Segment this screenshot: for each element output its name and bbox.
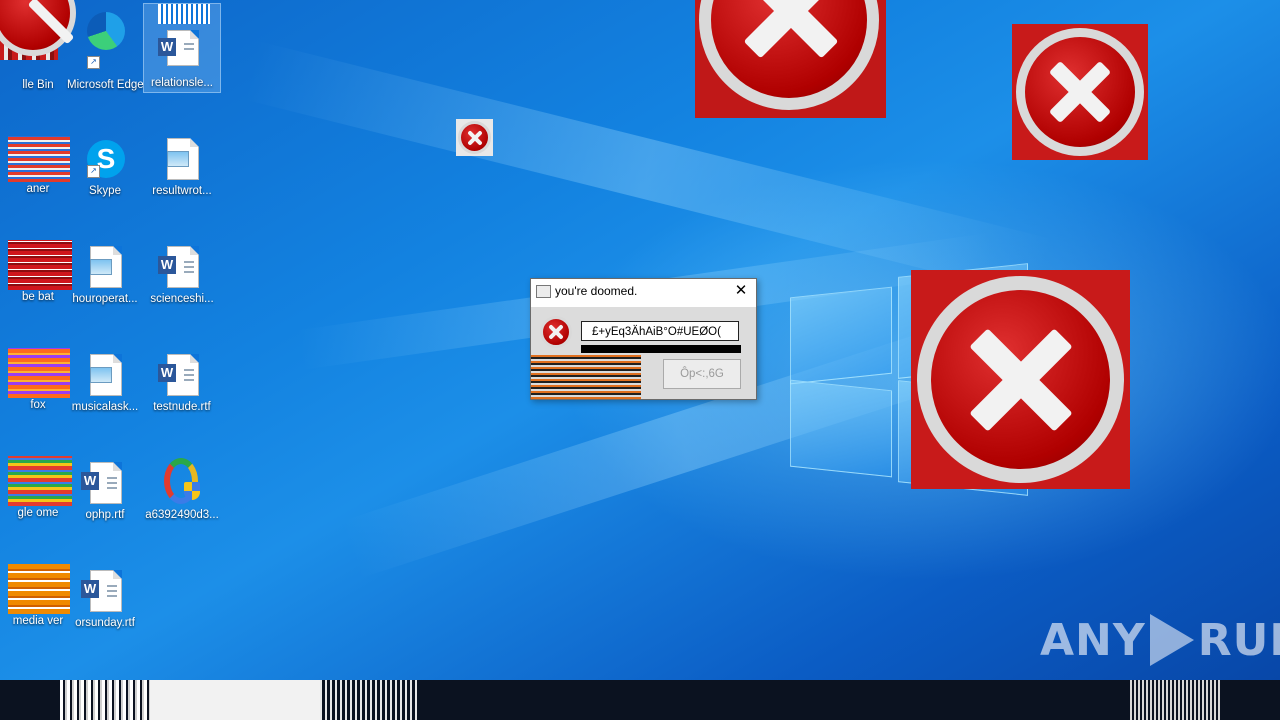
close-button[interactable]: ✕ xyxy=(726,279,756,303)
desktop-background: lle Bin aner be bat fox gle ome media ve… xyxy=(0,0,1280,680)
desktop-icon-ophp[interactable]: W ophp.rtf xyxy=(67,462,143,523)
shortcut-arrow-icon: ↗ xyxy=(87,165,100,178)
icon-label: a6392490d3... xyxy=(145,509,219,521)
error-icon xyxy=(0,0,78,60)
ccleaner-icon xyxy=(8,136,70,182)
word-document-icon: W xyxy=(81,570,125,612)
glitch-noise xyxy=(531,355,641,399)
icon-label: gle ome xyxy=(17,507,59,519)
icon-label: testnude.rtf xyxy=(153,401,211,413)
glitch-noise xyxy=(1130,680,1220,720)
icon-label: Microsoft Edge xyxy=(67,79,144,91)
taskbar[interactable] xyxy=(0,680,1280,720)
icon-label: media ver xyxy=(12,615,64,627)
icon-label: orsunday.rtf xyxy=(75,617,135,629)
skype-icon: S ↗ xyxy=(85,138,125,180)
dialog-title: you're doomed. xyxy=(555,284,638,298)
watermark-text-right: RUN xyxy=(1197,614,1280,666)
icon-label: scienceshi... xyxy=(150,293,214,305)
icon-label: Skype xyxy=(89,185,121,197)
shortcut-arrow-icon: ↗ xyxy=(87,56,100,69)
firefox-icon xyxy=(8,348,70,398)
desktop-icon-vlc[interactable]: media ver xyxy=(0,564,76,629)
word-document-icon: W xyxy=(158,246,202,288)
glitch-noise xyxy=(150,680,320,720)
error-icon xyxy=(539,315,573,349)
icon-label: resultwrot... xyxy=(152,185,212,197)
word-document-icon: W xyxy=(81,462,125,504)
icon-label: lle Bin xyxy=(22,79,54,91)
icon-label: aner xyxy=(26,183,50,195)
desktop-icon-musicalask[interactable]: musicalask... xyxy=(67,354,143,415)
glitch-noise xyxy=(320,680,420,720)
dialog-message: £+yEq3ÄhAiB°O#UEØO( xyxy=(581,321,739,341)
desktop-icon-houroperat[interactable]: houroperat... xyxy=(67,246,143,307)
glitch-noise xyxy=(581,345,741,353)
icon-label: be bat xyxy=(22,291,54,303)
vlc-icon xyxy=(8,564,70,614)
error-dialog[interactable]: you're doomed. ✕ £+yEq3ÄhAiB°O#UEØO( Ôp<… xyxy=(530,278,757,400)
play-icon xyxy=(1149,614,1194,666)
glitch-noise xyxy=(60,680,150,720)
desktop-icon-edge[interactable]: ↗ Microsoft Edge xyxy=(67,4,144,93)
dialog-body: £+yEq3ÄhAiB°O#UEØO( Ôp<:,6G xyxy=(531,307,756,399)
error-icon xyxy=(1012,24,1148,160)
acrobat-icon xyxy=(8,240,72,290)
icon-label: relationsle... xyxy=(150,77,213,89)
icon-label: musicalask... xyxy=(71,401,139,413)
desktop-icon-orsunday[interactable]: W orsunday.rtf xyxy=(67,570,143,631)
image-file-icon xyxy=(162,138,202,180)
chrome-icon xyxy=(8,456,72,506)
desktop-icon-testnude[interactable]: W testnude.rtf xyxy=(144,354,220,415)
desktop-icon-adobe-acrobat[interactable]: be bat xyxy=(0,240,76,305)
desktop-icon-ccleaner[interactable]: aner xyxy=(0,136,76,197)
icon-label: fox xyxy=(30,399,46,411)
dialog-titlebar[interactable]: you're doomed. ✕ xyxy=(531,279,756,303)
word-document-icon: W xyxy=(158,4,210,66)
desktop-icon-skype[interactable]: S ↗ Skype xyxy=(67,138,143,199)
anyrun-watermark: ANY RUN xyxy=(1040,610,1280,670)
error-icon xyxy=(695,0,886,118)
edge-icon: ↗ xyxy=(85,4,125,69)
desktop-icon-scienceshi[interactable]: W scienceshi... xyxy=(144,246,220,307)
installer-icon xyxy=(162,458,202,504)
icon-label: houroperat... xyxy=(72,293,138,305)
icon-label: ophp.rtf xyxy=(85,509,125,521)
desktop-icon-google-chrome[interactable]: gle ome xyxy=(0,456,76,521)
word-document-icon: W xyxy=(158,354,202,396)
desktop-icon-a6392490d3[interactable]: a6392490d3... xyxy=(144,458,220,523)
image-file-icon xyxy=(85,354,125,396)
desktop-icon-firefox[interactable]: fox xyxy=(0,348,76,413)
window-icon xyxy=(536,285,551,298)
watermark-text-left: ANY xyxy=(1040,614,1146,666)
desktop-icon-relationsle[interactable]: W relationsle... xyxy=(143,3,221,93)
image-file-icon xyxy=(85,246,125,288)
desktop-icon-resultwrot[interactable]: resultwrot... xyxy=(144,138,220,199)
error-icon xyxy=(456,119,493,156)
ok-button[interactable]: Ôp<:,6G xyxy=(663,359,741,389)
error-icon xyxy=(911,270,1130,489)
